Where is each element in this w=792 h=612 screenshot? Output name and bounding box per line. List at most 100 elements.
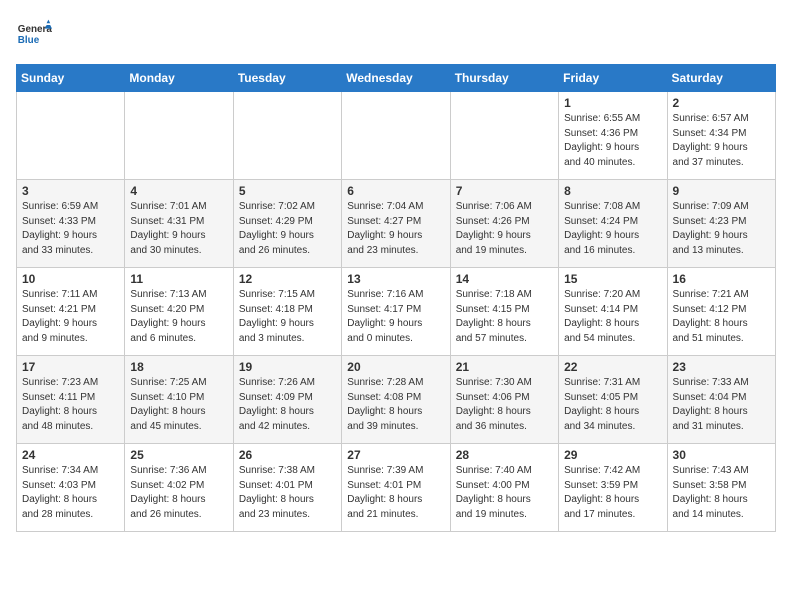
calendar-cell: 17 Sunrise: 7:23 AM Sunset: 4:11 PM Dayli… bbox=[17, 356, 125, 444]
day-info: Sunrise: 7:40 AM Sunset: 4:00 PM Dayligh… bbox=[456, 464, 553, 522]
weekday-header: Wednesday bbox=[342, 65, 450, 92]
day-number: 24 bbox=[22, 448, 119, 462]
day-number: 25 bbox=[130, 448, 227, 462]
day-info: Sunrise: 7:25 AM Sunset: 4:10 PM Dayligh… bbox=[130, 376, 227, 434]
day-number: 17 bbox=[22, 360, 119, 374]
day-info: Sunrise: 7:02 AM Sunset: 4:29 PM Dayligh… bbox=[239, 200, 336, 258]
day-info: Sunrise: 7:38 AM Sunset: 4:01 PM Dayligh… bbox=[239, 464, 336, 522]
calendar-cell bbox=[17, 92, 125, 180]
day-number: 14 bbox=[456, 272, 553, 286]
day-number: 7 bbox=[456, 184, 553, 198]
calendar-cell: 30 Sunrise: 7:43 AM Sunset: 3:58 PM Dayli… bbox=[667, 444, 775, 532]
weekday-header: Friday bbox=[559, 65, 667, 92]
day-number: 16 bbox=[673, 272, 770, 286]
calendar-cell: 23 Sunrise: 7:33 AM Sunset: 4:04 PM Dayli… bbox=[667, 356, 775, 444]
day-number: 2 bbox=[673, 96, 770, 110]
day-info: Sunrise: 6:59 AM Sunset: 4:33 PM Dayligh… bbox=[22, 200, 119, 258]
calendar-cell: 1 Sunrise: 6:55 AM Sunset: 4:36 PM Daylig… bbox=[559, 92, 667, 180]
day-info: Sunrise: 7:31 AM Sunset: 4:05 PM Dayligh… bbox=[564, 376, 661, 434]
day-number: 19 bbox=[239, 360, 336, 374]
day-number: 28 bbox=[456, 448, 553, 462]
calendar-week-row: 1 Sunrise: 6:55 AM Sunset: 4:36 PM Daylig… bbox=[17, 92, 776, 180]
weekday-header: Monday bbox=[125, 65, 233, 92]
calendar-cell: 27Sunrise: 7:39 AM Sunset: 4:01 PM Dayli… bbox=[342, 444, 450, 532]
calendar-cell bbox=[450, 92, 558, 180]
calendar-cell: 24 Sunrise: 7:34 AM Sunset: 4:03 PM Dayli… bbox=[17, 444, 125, 532]
day-number: 1 bbox=[564, 96, 661, 110]
calendar-week-row: 3 Sunrise: 6:59 AM Sunset: 4:33 PM Daylig… bbox=[17, 180, 776, 268]
day-info: Sunrise: 7:28 AM Sunset: 4:08 PM Dayligh… bbox=[347, 376, 444, 434]
calendar-cell: 20 Sunrise: 7:28 AM Sunset: 4:08 PM Dayli… bbox=[342, 356, 450, 444]
day-number: 13 bbox=[347, 272, 444, 286]
calendar-cell bbox=[125, 92, 233, 180]
calendar-cell: 9 Sunrise: 7:09 AM Sunset: 4:23 PM Daylig… bbox=[667, 180, 775, 268]
day-number: 12 bbox=[239, 272, 336, 286]
weekday-header: Sunday bbox=[17, 65, 125, 92]
calendar-table: SundayMondayTuesdayWednesdayThursdayFrid… bbox=[16, 64, 776, 532]
day-info: Sunrise: 7:04 AM Sunset: 4:27 PM Dayligh… bbox=[347, 200, 444, 258]
day-info: Sunrise: 7:16 AM Sunset: 4:17 PM Dayligh… bbox=[347, 288, 444, 346]
day-info: Sunrise: 7:36 AM Sunset: 4:02 PM Dayligh… bbox=[130, 464, 227, 522]
day-info: Sunrise: 7:43 AM Sunset: 3:58 PM Dayligh… bbox=[673, 464, 770, 522]
calendar-cell: 26 Sunrise: 7:38 AM Sunset: 4:01 PM Dayli… bbox=[233, 444, 341, 532]
calendar-cell: 21 Sunrise: 7:30 AM Sunset: 4:06 PM Dayli… bbox=[450, 356, 558, 444]
weekday-header: Tuesday bbox=[233, 65, 341, 92]
calendar-cell bbox=[233, 92, 341, 180]
day-info: Sunrise: 7:20 AM Sunset: 4:14 PM Dayligh… bbox=[564, 288, 661, 346]
logo-icon: General Blue bbox=[16, 16, 52, 52]
calendar-cell: 16 Sunrise: 7:21 AM Sunset: 4:12 PM Dayli… bbox=[667, 268, 775, 356]
day-number: 3 bbox=[22, 184, 119, 198]
day-number: 10 bbox=[22, 272, 119, 286]
day-number: 22 bbox=[564, 360, 661, 374]
day-number: 11 bbox=[130, 272, 227, 286]
day-info: Sunrise: 7:34 AM Sunset: 4:03 PM Dayligh… bbox=[22, 464, 119, 522]
calendar-cell: 19 Sunrise: 7:26 AM Sunset: 4:09 PM Dayli… bbox=[233, 356, 341, 444]
logo: General Blue bbox=[16, 16, 52, 52]
calendar-cell: 10Sunrise: 7:11 AM Sunset: 4:21 PM Dayli… bbox=[17, 268, 125, 356]
weekday-header: Thursday bbox=[450, 65, 558, 92]
day-info: Sunrise: 7:33 AM Sunset: 4:04 PM Dayligh… bbox=[673, 376, 770, 434]
day-number: 6 bbox=[347, 184, 444, 198]
day-info: Sunrise: 7:26 AM Sunset: 4:09 PM Dayligh… bbox=[239, 376, 336, 434]
calendar-cell: 12 Sunrise: 7:15 AM Sunset: 4:18 PM Dayli… bbox=[233, 268, 341, 356]
day-number: 27 bbox=[347, 448, 444, 462]
day-number: 15 bbox=[564, 272, 661, 286]
calendar-cell: 3 Sunrise: 6:59 AM Sunset: 4:33 PM Daylig… bbox=[17, 180, 125, 268]
day-info: Sunrise: 7:13 AM Sunset: 4:20 PM Dayligh… bbox=[130, 288, 227, 346]
calendar-cell: 5 Sunrise: 7:02 AM Sunset: 4:29 PM Daylig… bbox=[233, 180, 341, 268]
day-number: 9 bbox=[673, 184, 770, 198]
day-number: 26 bbox=[239, 448, 336, 462]
day-info: Sunrise: 7:08 AM Sunset: 4:24 PM Dayligh… bbox=[564, 200, 661, 258]
calendar-cell: 14Sunrise: 7:18 AM Sunset: 4:15 PM Dayli… bbox=[450, 268, 558, 356]
calendar-week-row: 17 Sunrise: 7:23 AM Sunset: 4:11 PM Dayli… bbox=[17, 356, 776, 444]
day-info: Sunrise: 7:01 AM Sunset: 4:31 PM Dayligh… bbox=[130, 200, 227, 258]
day-info: Sunrise: 7:23 AM Sunset: 4:11 PM Dayligh… bbox=[22, 376, 119, 434]
calendar-cell: 29Sunrise: 7:42 AM Sunset: 3:59 PM Dayli… bbox=[559, 444, 667, 532]
calendar-cell: 2Sunrise: 6:57 AM Sunset: 4:34 PM Daylig… bbox=[667, 92, 775, 180]
day-number: 8 bbox=[564, 184, 661, 198]
calendar-cell bbox=[342, 92, 450, 180]
calendar-week-row: 10Sunrise: 7:11 AM Sunset: 4:21 PM Dayli… bbox=[17, 268, 776, 356]
day-info: Sunrise: 7:15 AM Sunset: 4:18 PM Dayligh… bbox=[239, 288, 336, 346]
calendar-header: SundayMondayTuesdayWednesdayThursdayFrid… bbox=[17, 65, 776, 92]
day-info: Sunrise: 6:55 AM Sunset: 4:36 PM Dayligh… bbox=[564, 112, 661, 170]
calendar-cell: 15 Sunrise: 7:20 AM Sunset: 4:14 PM Dayli… bbox=[559, 268, 667, 356]
day-info: Sunrise: 7:06 AM Sunset: 4:26 PM Dayligh… bbox=[456, 200, 553, 258]
day-number: 21 bbox=[456, 360, 553, 374]
calendar-cell: 4 Sunrise: 7:01 AM Sunset: 4:31 PM Daylig… bbox=[125, 180, 233, 268]
day-number: 20 bbox=[347, 360, 444, 374]
calendar-cell: 6 Sunrise: 7:04 AM Sunset: 4:27 PM Daylig… bbox=[342, 180, 450, 268]
calendar-cell: 13 Sunrise: 7:16 AM Sunset: 4:17 PM Dayli… bbox=[342, 268, 450, 356]
calendar-cell: 22 Sunrise: 7:31 AM Sunset: 4:05 PM Dayli… bbox=[559, 356, 667, 444]
calendar-cell: 11 Sunrise: 7:13 AM Sunset: 4:20 PM Dayli… bbox=[125, 268, 233, 356]
day-number: 18 bbox=[130, 360, 227, 374]
day-info: Sunrise: 7:42 AM Sunset: 3:59 PM Dayligh… bbox=[564, 464, 661, 522]
day-number: 5 bbox=[239, 184, 336, 198]
day-info: Sunrise: 7:09 AM Sunset: 4:23 PM Dayligh… bbox=[673, 200, 770, 258]
day-number: 30 bbox=[673, 448, 770, 462]
calendar-week-row: 24 Sunrise: 7:34 AM Sunset: 4:03 PM Dayli… bbox=[17, 444, 776, 532]
day-info: Sunrise: 7:21 AM Sunset: 4:12 PM Dayligh… bbox=[673, 288, 770, 346]
day-number: 23 bbox=[673, 360, 770, 374]
day-number: 4 bbox=[130, 184, 227, 198]
day-info: Sunrise: 7:30 AM Sunset: 4:06 PM Dayligh… bbox=[456, 376, 553, 434]
